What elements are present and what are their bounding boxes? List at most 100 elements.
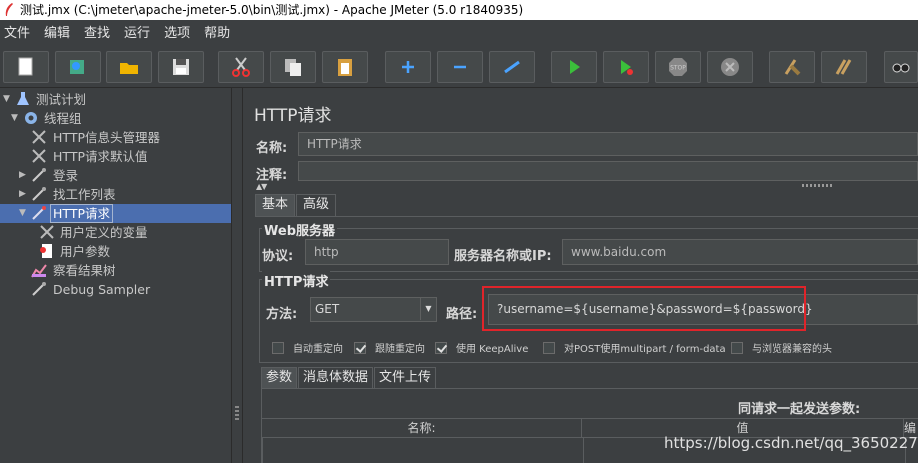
protocol-field[interactable]: http <box>305 239 449 265</box>
menu-edit[interactable]: 编辑 <box>44 22 70 41</box>
name-field[interactable]: HTTP请求 <box>298 132 918 156</box>
shutdown-icon <box>721 58 739 76</box>
panel-splitter[interactable] <box>231 88 243 463</box>
collapsed-triangle-icon[interactable]: ▶ <box>19 166 26 185</box>
chevron-down-icon[interactable]: ▼ <box>420 298 436 320</box>
wrench-icon <box>40 225 54 239</box>
open-icon <box>120 63 138 74</box>
stop-button[interactable]: STOP <box>655 51 701 83</box>
comment-field[interactable] <box>298 161 918 181</box>
search-button[interactable] <box>884 51 918 83</box>
tree-item-thread-group[interactable]: ▼ 线程组 <box>0 109 231 128</box>
checkbox-auto-redirect[interactable]: 自动重定向 <box>272 340 343 355</box>
copy-button[interactable] <box>270 51 316 83</box>
pipette-icon <box>32 206 46 220</box>
start-icon <box>570 60 580 74</box>
collapse-all-button[interactable] <box>437 51 483 83</box>
collapsed-triangle-icon[interactable]: ▶ <box>19 185 26 204</box>
collapse-arrows-icon[interactable]: ▲▼ <box>256 182 267 191</box>
http-request-group-title: HTTP请求 <box>262 271 331 290</box>
tree-item-user-defined-variables[interactable]: 用户定义的变量 <box>0 223 231 242</box>
checkbox-box[interactable] <box>543 341 555 354</box>
checkbox-follow-redirect[interactable]: 跟随重定向 <box>354 340 425 355</box>
menu-bar: 文件 编辑 查找 运行 选项 帮助 <box>0 20 918 42</box>
checkbox-label: 对POST使用multipart / form-data <box>564 344 726 355</box>
checkbox-box[interactable] <box>731 341 743 354</box>
open-button[interactable] <box>106 51 152 83</box>
toolbar: STOP <box>0 44 918 88</box>
templates-button[interactable] <box>55 51 101 83</box>
collapse-icon <box>454 65 466 69</box>
menu-run[interactable]: 运行 <box>124 22 150 41</box>
tree-item-debug-sampler[interactable]: Debug Sampler <box>0 280 231 299</box>
tree-item-job-list[interactable]: ▶ 找工作列表 <box>0 185 231 204</box>
clear-button[interactable] <box>769 51 815 83</box>
highlight-annotation <box>482 286 806 331</box>
paste-icon <box>338 59 352 76</box>
tree-item-test-plan[interactable]: ▼ 测试计划 <box>0 90 231 109</box>
expanded-triangle-icon[interactable]: ▼ <box>11 109 18 128</box>
checkbox-box[interactable] <box>354 341 366 354</box>
method-label: 方法: <box>266 307 298 322</box>
menu-options[interactable]: 选项 <box>164 22 190 41</box>
stop-icon: STOP <box>669 58 687 76</box>
menu-file[interactable]: 文件 <box>4 22 30 41</box>
page-title: HTTP请求 <box>254 106 332 126</box>
tree-item-label: HTTP请求 <box>50 204 113 223</box>
tree-item-label: 找工作列表 <box>53 187 116 202</box>
save-icon <box>173 59 189 75</box>
checkbox-box[interactable] <box>272 341 284 354</box>
menu-search[interactable]: 查找 <box>84 22 110 41</box>
templates-icon <box>70 60 84 74</box>
clear-all-button[interactable] <box>821 51 867 83</box>
stop-icon-text: STOP <box>670 65 686 72</box>
tab-file-upload[interactable]: 文件上传 <box>374 367 437 388</box>
checkbox-keepalive[interactable]: 使用 KeepAlive <box>435 340 528 355</box>
wrench-icon <box>32 130 46 144</box>
tree-item-user-parameters[interactable]: 用户参数 <box>0 242 231 261</box>
method-value: GET <box>315 302 340 316</box>
tab-basic[interactable]: 基本 <box>255 194 296 216</box>
cut-button[interactable] <box>218 51 264 83</box>
menu-help[interactable]: 帮助 <box>204 22 230 41</box>
expanded-triangle-icon[interactable]: ▼ <box>19 204 26 223</box>
column-header-name[interactable]: 名称: <box>262 419 582 437</box>
parameter-tabs: 参数 消息体数据 文件上传 <box>261 367 437 388</box>
gear-icon <box>25 112 37 124</box>
tab-advanced[interactable]: 高级 <box>296 194 337 216</box>
tab-body-data[interactable]: 消息体数据 <box>298 367 374 388</box>
tree-item-view-results-tree[interactable]: 察看结果树 <box>0 261 231 280</box>
tree-item-label: 登录 <box>53 168 79 183</box>
tree-item-login[interactable]: ▶ 登录 <box>0 166 231 185</box>
checkbox-browser-headers[interactable]: 与浏览器兼容的头 <box>731 340 832 355</box>
chart-icon <box>31 264 47 278</box>
shutdown-button[interactable] <box>707 51 753 83</box>
wrench-icon <box>32 149 46 163</box>
window-title: 测试.jmx (C:\jmeter\apache-jmeter-5.0\bin\… <box>20 3 524 17</box>
checkbox-label: 跟随重定向 <box>375 344 425 355</box>
toggle-button[interactable] <box>489 51 535 83</box>
tab-parameters[interactable]: 参数 <box>261 367 298 388</box>
checkbox-multipart[interactable]: 对POST使用multipart / form-data <box>543 340 726 355</box>
drag-handle-icon[interactable] <box>802 184 834 187</box>
pipette-icon <box>32 187 46 201</box>
expand-all-button[interactable] <box>385 51 431 83</box>
start-button[interactable] <box>551 51 597 83</box>
toggle-icon <box>504 60 520 74</box>
tree-item-header-manager[interactable]: HTTP信息头管理器 <box>0 128 231 147</box>
save-button[interactable] <box>158 51 204 83</box>
method-select[interactable]: GET ▼ <box>310 297 437 322</box>
tree-item-http-request[interactable]: ▼ HTTP请求 <box>0 204 231 223</box>
web-server-title: Web服务器 <box>262 220 337 239</box>
start-no-pause-icon <box>621 60 633 75</box>
new-button[interactable] <box>3 51 49 83</box>
splitter-grip-icon[interactable] <box>235 406 239 422</box>
server-field[interactable]: www.baidu.com <box>562 239 918 265</box>
tree-item-request-defaults[interactable]: HTTP请求默认值 <box>0 147 231 166</box>
expanded-triangle-icon[interactable]: ▼ <box>3 90 10 109</box>
cut-icon <box>232 57 250 77</box>
checkbox-box[interactable] <box>435 341 447 354</box>
start-no-pause-button[interactable] <box>603 51 649 83</box>
window-title-bar: 测试.jmx (C:\jmeter\apache-jmeter-5.0\bin\… <box>0 0 918 20</box>
paste-button[interactable] <box>322 51 368 83</box>
